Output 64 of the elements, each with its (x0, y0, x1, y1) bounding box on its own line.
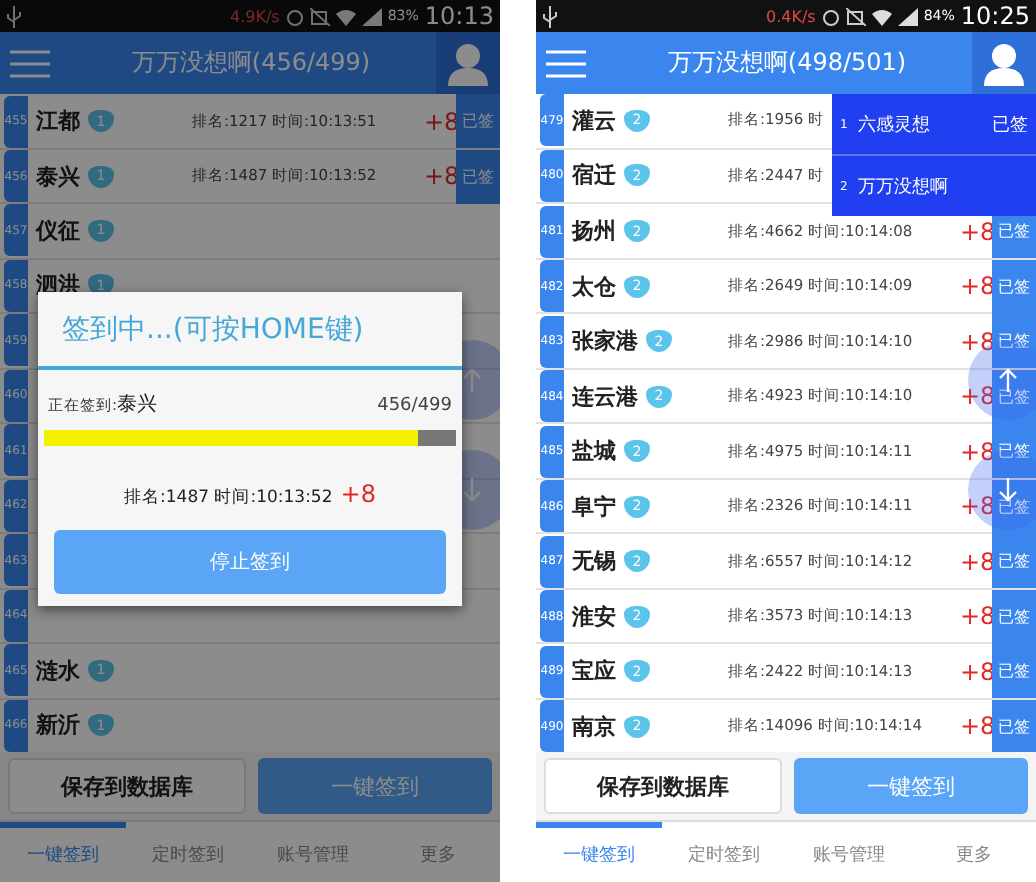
city-name: 宝应 (572, 656, 616, 686)
signed-tag: 已签 (992, 644, 1036, 698)
clock-time: 10:25 (960, 2, 1030, 30)
city-name: 淮安 (572, 601, 616, 631)
signed-tag: 已签 (992, 699, 1036, 752)
nav-tab[interactable]: 账号管理 (786, 822, 911, 882)
city-name: 阜宁 (572, 491, 616, 521)
nav-tab[interactable]: 一键签到 (536, 822, 661, 882)
signed-tag: 已签 (992, 259, 1036, 313)
city-name: 泰兴 (36, 161, 80, 191)
clock-time: 10:13 (424, 2, 494, 30)
signal-icon (897, 7, 918, 25)
usb-icon (6, 5, 22, 27)
wifi-icon (335, 7, 356, 25)
city-name: 宿迁 (572, 160, 616, 191)
city-name: 张家港 (572, 326, 638, 356)
city-name: 新沂 (36, 710, 80, 741)
progress-count: 456/499 (377, 396, 452, 416)
network-speed: 0.4K/s (766, 7, 816, 25)
city-name: 太仓 (572, 271, 616, 301)
arrow-up-icon (998, 368, 1018, 392)
save-button[interactable]: 保存到数据库 (8, 758, 246, 814)
city-name: 无锡 (572, 546, 616, 576)
dialog-title: 签到中...(可按HOME键) (38, 292, 462, 370)
nav-tab[interactable]: 定时签到 (661, 822, 786, 882)
city-name: 南京 (572, 711, 616, 741)
city-name: 涟水 (36, 655, 80, 686)
menu-icon[interactable] (10, 49, 50, 77)
signed-tag: 已签 (992, 589, 1036, 643)
header-title: 万万没想啊(456/499) (129, 46, 373, 80)
save-button[interactable]: 保存到数据库 (544, 758, 782, 814)
account-button[interactable] (972, 32, 1036, 94)
signed-tag: 已签 (992, 534, 1036, 588)
arrow-down-icon (998, 478, 1018, 502)
wifi-icon (871, 7, 892, 25)
signed-tag: 已签 (456, 149, 500, 203)
signed-tag: 已签 (992, 479, 1036, 533)
account-button[interactable] (436, 32, 500, 94)
signed-tag: 已签 (992, 314, 1036, 368)
city-name: 扬州 (572, 216, 616, 246)
rank-time: 排名:1487 时间:10:13:52 (124, 486, 333, 510)
points-gained: +8 (340, 480, 376, 508)
city-name: 江都 (36, 106, 80, 136)
city-name: 连云港 (572, 381, 638, 411)
current-city: 泰兴 (117, 391, 158, 418)
network-speed: 4.9K/s (230, 7, 280, 25)
nav-tab[interactable]: 更多 (911, 822, 1036, 882)
person-icon (448, 41, 488, 85)
mute-icon (845, 7, 866, 25)
signal-icon (361, 7, 382, 25)
signed-tag: 已签 (992, 424, 1036, 478)
signed-label: 已签 (992, 113, 1028, 137)
usb-icon (542, 5, 558, 27)
account-name: 六感灵想 (857, 113, 930, 137)
city-name: 仪征 (36, 215, 80, 246)
mute-icon (309, 7, 330, 25)
signed-tag: 已签 (456, 94, 500, 148)
menu-icon[interactable] (546, 49, 586, 77)
account-name: 万万没想啊 (857, 175, 948, 199)
city-name: 灌云 (572, 105, 616, 136)
city-name: 盐城 (572, 436, 616, 466)
person-icon (984, 41, 1024, 85)
signed-tag: 已签 (992, 369, 1036, 423)
header-title: 万万没想啊(498/501) (665, 46, 909, 80)
